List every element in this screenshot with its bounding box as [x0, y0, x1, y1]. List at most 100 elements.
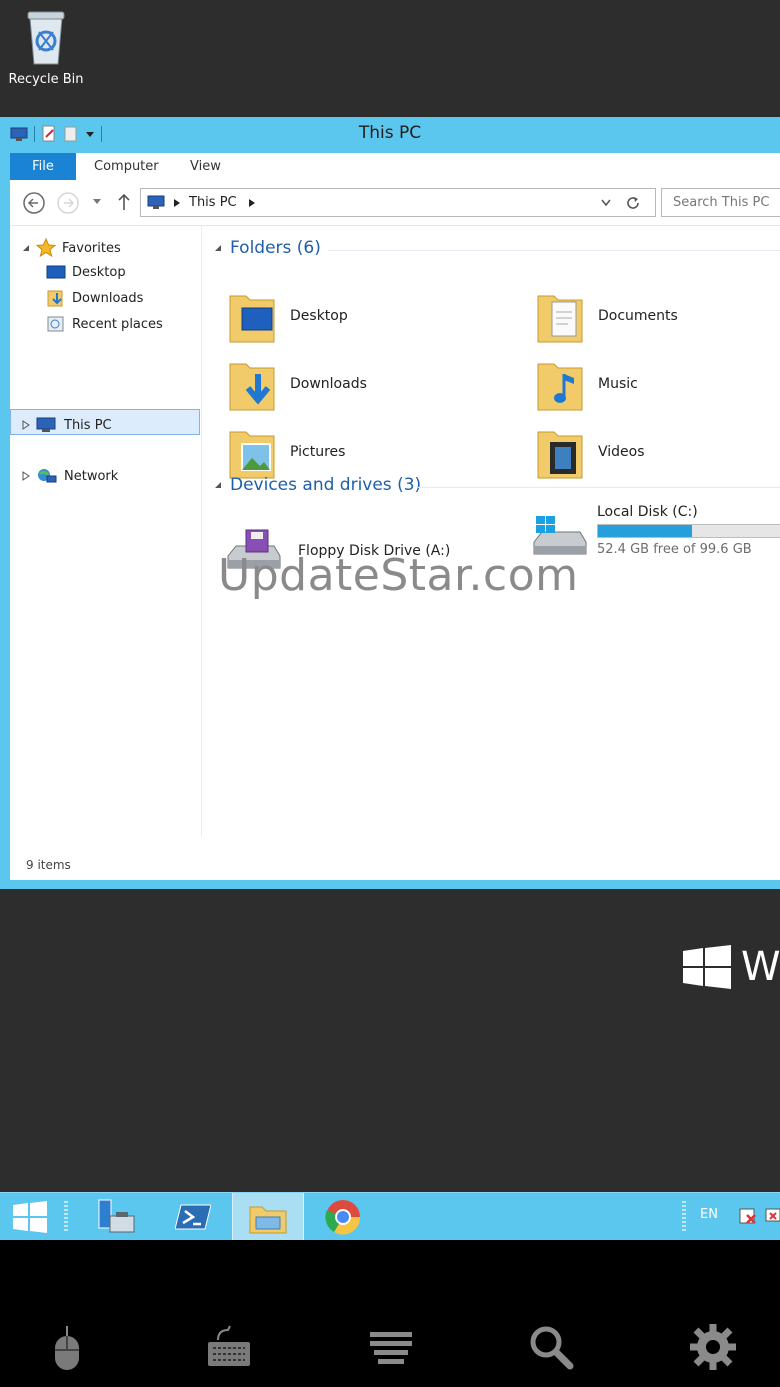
divider — [418, 487, 780, 488]
devices-group-title: Devices and drives (3) — [230, 475, 422, 495]
downloads-icon — [47, 290, 63, 307]
search-input[interactable]: Search This PC — [661, 188, 780, 217]
ribbon-tabs: File Computer View — [10, 153, 780, 180]
folder-item[interactable]: Videos — [536, 424, 645, 480]
title-bar: This PC — [0, 117, 780, 153]
address-bar[interactable]: This PC — [140, 188, 656, 217]
tab-view[interactable]: View — [190, 153, 221, 180]
recycle-bin[interactable]: Recycle Bin — [6, 8, 86, 87]
folder-label: Music — [598, 376, 638, 392]
keyboard-icon[interactable] — [204, 1322, 254, 1372]
nav-recent-places-label: Recent places — [72, 316, 163, 332]
this-pc-icon — [147, 195, 165, 209]
forward-icon[interactable] — [56, 191, 80, 215]
nav-network[interactable]: Network — [22, 467, 118, 485]
folder-item[interactable]: Documents — [536, 288, 678, 344]
recycle-bin-label: Recycle Bin — [8, 72, 84, 87]
disk-usage-fill — [598, 525, 692, 537]
mouse-icon[interactable] — [42, 1322, 92, 1372]
recycle-bin-icon — [27, 11, 65, 65]
folder-item[interactable]: Downloads — [228, 356, 367, 412]
downloads-folder-icon — [229, 363, 275, 411]
status-bar-item-count: 9 items — [26, 858, 71, 872]
chevron-down-icon[interactable] — [601, 199, 611, 207]
recent-places-icon — [47, 316, 64, 332]
nav-network-label: Network — [64, 468, 119, 484]
divider — [328, 250, 780, 251]
breadcrumb-arrow-icon — [174, 199, 180, 207]
breadcrumb[interactable]: This PC — [189, 195, 237, 210]
taskbar-server-manager[interactable] — [84, 1193, 148, 1241]
explorer-client: This PC Search This PC Favorites Desktop — [10, 180, 780, 880]
taskbar: EN — [0, 1192, 780, 1241]
taskbar-file-explorer[interactable] — [232, 1193, 304, 1241]
windows-branding: W — [683, 944, 780, 990]
folder-item[interactable]: Music — [536, 356, 638, 412]
star-icon — [36, 238, 56, 258]
desktop: Recycle Bin This PC File Computer View T… — [0, 0, 780, 1192]
videos-folder-icon — [537, 431, 583, 479]
powershell-icon — [175, 1204, 211, 1230]
back-icon[interactable] — [22, 191, 46, 215]
expanded-arrow-icon — [215, 245, 221, 251]
devices-group-header[interactable]: Devices and drives (3) — [214, 475, 421, 495]
file-explorer-icon — [249, 1206, 287, 1234]
folders-group-title: Folders (6) — [230, 238, 321, 258]
menu-icon[interactable] — [366, 1322, 416, 1372]
local-disk-label: Local Disk (C:) — [597, 504, 698, 520]
content-pane: Folders (6) Desktop Documents Downloads — [210, 226, 780, 836]
windows-logo-icon — [13, 1201, 47, 1233]
breadcrumb-arrow-icon[interactable] — [249, 199, 255, 207]
refresh-icon[interactable] — [625, 195, 641, 211]
navigation-pane: Favorites Desktop Downloads Recent place… — [10, 226, 202, 836]
network-status-icon[interactable] — [764, 1207, 780, 1227]
settings-gear-icon[interactable] — [688, 1322, 738, 1372]
nav-favorites[interactable]: Favorites — [22, 238, 121, 258]
folder-label: Pictures — [290, 444, 346, 460]
desktop-icon — [46, 265, 66, 279]
expanded-arrow-icon — [23, 245, 29, 251]
action-center-flag-icon[interactable] — [738, 1207, 758, 1227]
folder-label: Videos — [598, 444, 645, 460]
tab-file[interactable]: File — [10, 153, 76, 180]
taskbar-powershell[interactable] — [160, 1193, 226, 1241]
folder-item[interactable]: Desktop — [228, 288, 348, 344]
desktop-folder-icon — [229, 295, 275, 343]
watermark: UpdateStar.com — [218, 550, 579, 601]
windows-logo-icon — [683, 945, 731, 989]
up-icon[interactable] — [116, 192, 132, 212]
start-button[interactable] — [4, 1193, 56, 1241]
nav-this-pc-label: This PC — [64, 417, 112, 433]
tab-computer[interactable]: Computer — [94, 153, 159, 180]
taskbar-grip — [682, 1201, 686, 1233]
taskbar-grip — [64, 1201, 68, 1233]
file-explorer-window: This PC File Computer View This PC Searc… — [0, 117, 780, 889]
server-manager-icon — [98, 1199, 135, 1233]
chrome-icon — [325, 1200, 361, 1235]
folders-group-header[interactable]: Folders (6) — [214, 238, 321, 258]
disk-usage-bar — [597, 524, 780, 538]
folder-label: Downloads — [290, 376, 367, 392]
pictures-folder-icon — [229, 431, 275, 479]
nav-favorites-label: Favorites — [62, 240, 121, 256]
documents-folder-icon — [537, 295, 583, 343]
local-disk-free-space: 52.4 GB free of 99.6 GB — [597, 542, 752, 557]
zoom-icon[interactable] — [526, 1322, 576, 1372]
this-pc-icon — [36, 417, 56, 432]
nav-recent-places[interactable]: Recent places — [46, 315, 163, 333]
collapsed-arrow-icon — [22, 420, 30, 430]
nav-desktop[interactable]: Desktop — [46, 264, 126, 280]
nav-desktop-label: Desktop — [72, 264, 126, 280]
language-indicator[interactable]: EN — [700, 1207, 718, 1222]
nav-downloads[interactable]: Downloads — [46, 289, 143, 307]
recent-locations-icon[interactable] — [92, 198, 102, 206]
nav-this-pc[interactable]: This PC — [22, 416, 112, 434]
taskbar-chrome[interactable] — [310, 1193, 376, 1241]
brand-text: W — [741, 944, 780, 990]
expanded-arrow-icon — [215, 482, 221, 488]
network-icon — [38, 469, 57, 483]
folder-item[interactable]: Pictures — [228, 424, 345, 480]
music-folder-icon — [537, 363, 583, 411]
folder-label: Documents — [598, 308, 678, 324]
folder-label: Desktop — [290, 308, 348, 324]
